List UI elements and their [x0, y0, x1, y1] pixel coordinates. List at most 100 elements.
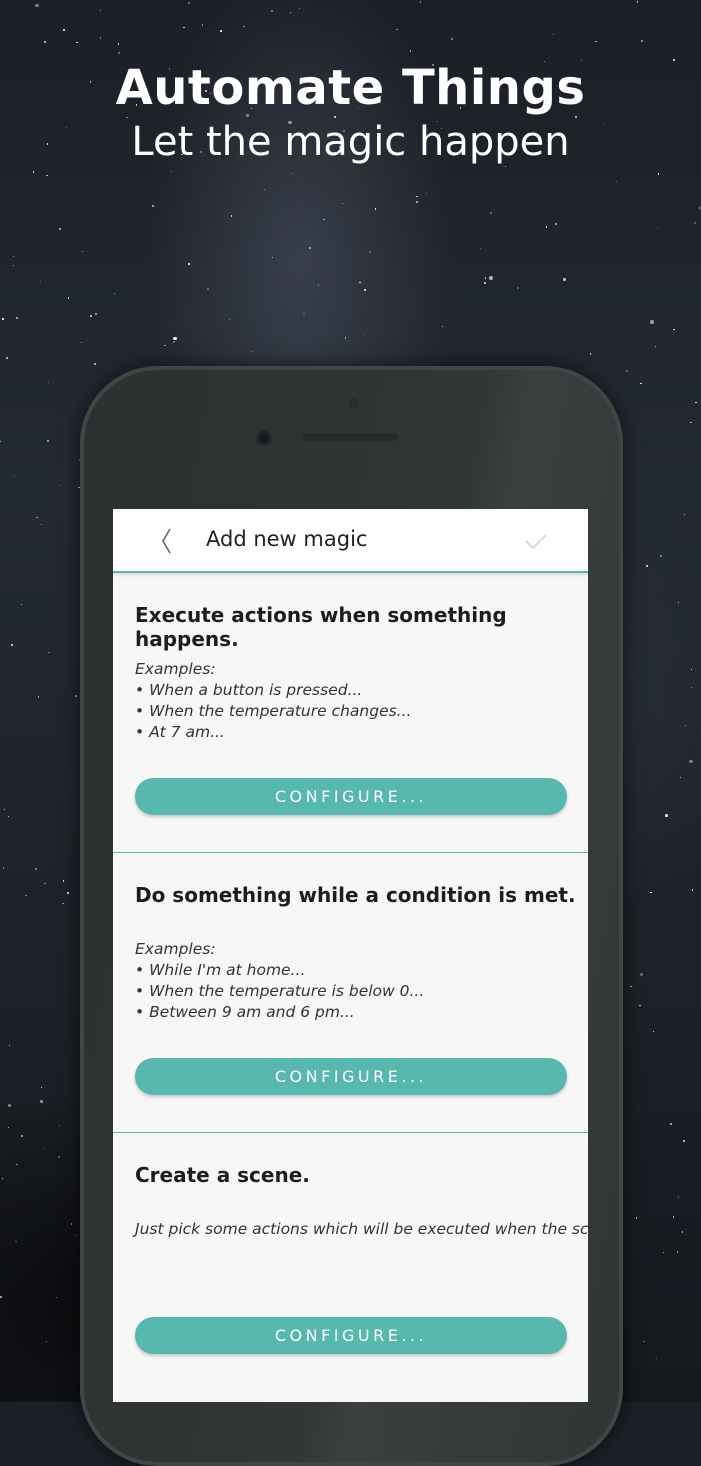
- star: [12, 255, 14, 257]
- star: [489, 275, 494, 280]
- star: [44, 40, 46, 43]
- star: [303, 312, 305, 314]
- example-item: • Between 9 am and 6 pm...: [135, 1003, 355, 1021]
- star: [62, 902, 64, 905]
- star: [359, 281, 361, 284]
- page-title: Add new magic: [206, 527, 368, 551]
- confirm-button[interactable]: [523, 529, 549, 553]
- star: [690, 669, 693, 671]
- star: [163, 344, 166, 347]
- star: [45, 1341, 47, 1343]
- star: [635, 1217, 638, 1220]
- star: [442, 325, 444, 327]
- star: [7, 1126, 9, 1128]
- star: [504, 165, 506, 167]
- star: [206, 287, 209, 290]
- star: [594, 40, 597, 43]
- star: [309, 247, 312, 250]
- star: [554, 222, 558, 226]
- star: [650, 892, 652, 894]
- star: [35, 3, 39, 7]
- example-item: • When the temperature is below 0...: [135, 982, 425, 1000]
- star: [698, 206, 701, 209]
- star: [299, 8, 301, 10]
- star: [639, 1004, 641, 1007]
- star: [74, 694, 77, 697]
- star: [113, 292, 115, 294]
- configure-button[interactable]: CONFIGURE...: [135, 778, 567, 815]
- star: [100, 9, 102, 12]
- star: [409, 50, 412, 52]
- star: [323, 219, 325, 221]
- card-scene: Create a scene. Just pick some actions w…: [113, 1133, 588, 1402]
- star: [220, 30, 222, 32]
- star: [12, 264, 14, 267]
- star: [40, 1086, 42, 1088]
- star: [665, 814, 669, 817]
- configure-button[interactable]: CONFIGURE...: [135, 1317, 567, 1354]
- star: [16, 317, 19, 320]
- card-title: Execute actions when something happens.: [135, 603, 507, 651]
- star: [8, 1045, 11, 1047]
- star: [657, 173, 660, 176]
- star: [25, 894, 28, 897]
- configure-button[interactable]: CONFIGURE...: [135, 1058, 567, 1095]
- star: [43, 882, 46, 885]
- star: [451, 38, 453, 40]
- card-title: Do something while a condition is met.: [135, 883, 576, 907]
- star: [650, 320, 655, 324]
- star: [171, 170, 173, 172]
- star: [47, 651, 50, 654]
- star: [2, 867, 5, 869]
- star: [8, 815, 10, 818]
- hero-subtitle: Let the magic happen: [131, 119, 570, 165]
- star: [57, 1156, 60, 1159]
- star: [363, 288, 366, 291]
- star: [75, 1235, 77, 1237]
- star: [67, 297, 70, 300]
- star: [652, 1030, 655, 1033]
- star: [82, 250, 84, 253]
- star: [656, 1357, 658, 1359]
- star: [59, 228, 61, 230]
- scene-description: Just pick some actions which will be exe…: [135, 1220, 588, 1238]
- star: [642, 1340, 645, 1343]
- star: [693, 222, 696, 225]
- star: [152, 205, 155, 208]
- checkmark-icon: [525, 534, 547, 550]
- star: [66, 891, 69, 894]
- star: [32, 171, 34, 173]
- star: [10, 643, 13, 646]
- star: [673, 329, 675, 331]
- star: [342, 202, 344, 205]
- star: [44, 1148, 46, 1150]
- star: [480, 247, 482, 249]
- star: [490, 212, 493, 215]
- star: [7, 1103, 11, 1107]
- star: [691, 889, 694, 891]
- star: [689, 759, 693, 764]
- chevron-left-icon: [162, 528, 171, 554]
- star: [589, 353, 592, 355]
- star: [656, 227, 658, 230]
- star: [58, 1124, 61, 1127]
- phone-sensor: [349, 398, 359, 408]
- back-button[interactable]: [157, 527, 177, 555]
- star: [16, 1163, 18, 1166]
- star: [317, 284, 319, 286]
- star: [36, 516, 38, 519]
- star: [690, 687, 692, 689]
- star: [676, 1250, 679, 1253]
- star: [271, 10, 273, 12]
- star: [2, 318, 4, 320]
- star: [369, 250, 372, 253]
- star: [684, 514, 686, 516]
- star: [374, 208, 376, 210]
- star: [662, 1251, 665, 1254]
- card-examples: Examples: • When a button is pressed... …: [135, 659, 575, 743]
- star: [344, 336, 347, 339]
- star: [90, 315, 93, 317]
- star: [188, 2, 190, 4]
- star: [14, 1240, 17, 1243]
- star: [6, 357, 9, 360]
